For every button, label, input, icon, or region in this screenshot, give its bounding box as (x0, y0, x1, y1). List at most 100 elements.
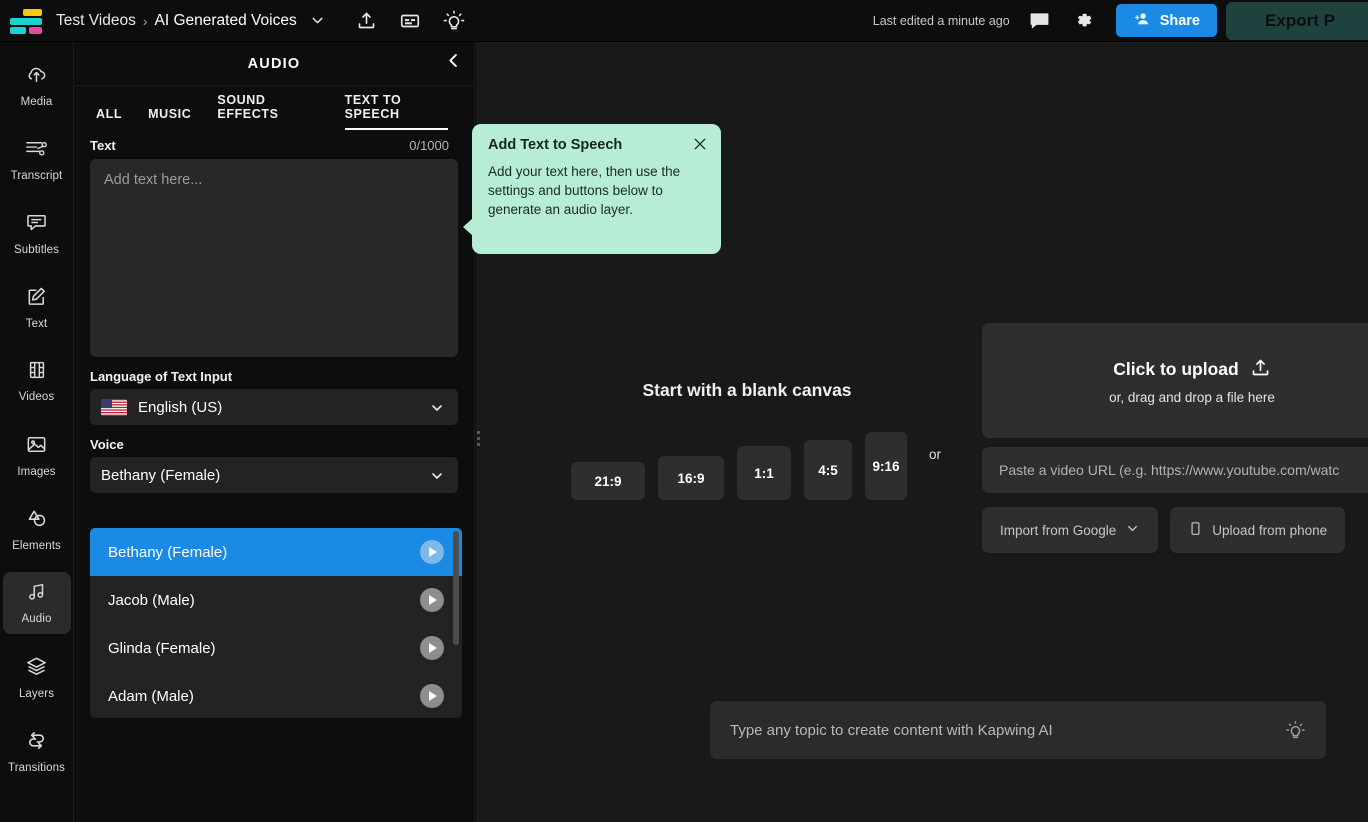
play-icon[interactable] (420, 684, 444, 708)
tts-onboarding-tooltip: Add Text to Speech Add your text here, t… (472, 124, 721, 254)
voice-option-label: Bethany (Female) (108, 544, 227, 561)
blank-canvas-title: Start with a blank canvas (627, 380, 867, 401)
voice-list-scrollbar[interactable] (453, 531, 459, 715)
sidebar-item-label: Media (21, 96, 53, 108)
list-item[interactable]: Adam (Male) (90, 672, 462, 718)
text-char-count: 0/1000 (409, 138, 449, 153)
sidebar-item-text[interactable]: Text (3, 276, 71, 338)
voice-chevron-down-icon (429, 468, 445, 489)
upload-from-phone-button[interactable]: Upload from phone (1170, 507, 1345, 553)
upload-dropzone[interactable]: Click to upload or, drag and drop a file… (982, 323, 1368, 438)
sidebar-item-transcript[interactable]: Transcript (3, 128, 71, 190)
tab-text-to-speech[interactable]: TEXT TO SPEECH (345, 93, 448, 130)
add-person-icon (1133, 10, 1151, 32)
close-icon[interactable] (692, 136, 708, 157)
list-item[interactable]: Bethany (Female) (90, 528, 462, 576)
tts-text-placeholder: Add text here... (104, 172, 202, 188)
lightbulb-icon[interactable] (443, 10, 465, 32)
upload-icon[interactable] (356, 10, 377, 31)
lightbulb-icon[interactable] (1285, 720, 1306, 741)
breadcrumb-project-title[interactable]: AI Generated Voices (155, 12, 297, 30)
sidebar-item-label: Subtitles (14, 244, 59, 256)
ratio-button-4-5[interactable]: 4:5 (804, 440, 852, 500)
sidebar-item-layers[interactable]: Layers (3, 646, 71, 708)
play-icon[interactable] (420, 636, 444, 660)
or-separator-label: or (929, 447, 941, 462)
transitions-icon (25, 729, 48, 757)
import-from-google-button[interactable]: Import from Google (982, 507, 1158, 553)
panel-resize-handle[interactable] (474, 425, 482, 451)
sidebar-item-label: Transcript (11, 170, 63, 182)
ratio-button-1-1[interactable]: 1:1 (737, 446, 791, 500)
project-menu-chevron-down-icon[interactable] (309, 12, 326, 29)
language-chevron-down-icon (429, 400, 445, 421)
upload-title-row: Click to upload (1113, 357, 1270, 383)
share-button-label: Share (1160, 13, 1200, 29)
kapwing-logo-icon[interactable] (10, 8, 44, 34)
sidebar-item-label: Transitions (8, 762, 65, 774)
tab-all[interactable]: ALL (96, 107, 122, 130)
tts-text-input[interactable]: Add text here... (90, 159, 458, 357)
sidebar-item-media[interactable]: Media (3, 54, 71, 116)
sidebar-item-label: Layers (19, 688, 54, 700)
breadcrumb-folder[interactable]: Test Videos (56, 12, 136, 30)
audio-panel: AUDIO ALL MUSIC SOUND EFFECTS TEXT TO SP… (74, 42, 475, 822)
voice-list-scrollbar-thumb[interactable] (453, 531, 459, 645)
phone-icon (1188, 520, 1203, 540)
collapse-panel-chevron-left-icon[interactable] (444, 51, 463, 75)
share-button[interactable]: Share (1116, 4, 1217, 37)
aspect-ratio-options: 21:9 16:9 1:1 4:5 9:16 or (571, 432, 941, 500)
list-item[interactable]: Glinda (Female) (90, 624, 462, 672)
kapwing-ai-prompt-input[interactable]: Type any topic to create content with Ka… (710, 701, 1326, 759)
voice-option-label: Adam (Male) (108, 688, 194, 705)
us-flag-icon (101, 399, 127, 416)
language-label: Language of Text Input (74, 357, 474, 389)
breadcrumb: Test Videos › AI Generated Voices (56, 12, 326, 30)
import-source-buttons: Import from Google Upload from phone (982, 507, 1345, 553)
upload-icon (1250, 357, 1271, 383)
tab-sound-effects[interactable]: SOUND EFFECTS (217, 93, 318, 130)
voice-label: Voice (74, 425, 474, 457)
play-icon[interactable] (420, 588, 444, 612)
comment-icon[interactable] (1028, 9, 1051, 32)
voice-dropdown-list: Bethany (Female) Jacob (Male) Glinda (Fe… (90, 528, 462, 718)
play-icon[interactable] (420, 540, 444, 564)
left-tool-rail: Media Transcript Subtitles Text Videos (0, 42, 74, 822)
voice-select[interactable]: Bethany (Female) (90, 457, 458, 493)
breadcrumb-separator: › (143, 13, 148, 29)
tab-music[interactable]: MUSIC (148, 107, 191, 130)
shapes-icon (25, 507, 49, 535)
sidebar-item-videos[interactable]: Videos (3, 350, 71, 412)
ratio-button-21-9[interactable]: 21:9 (571, 462, 645, 500)
top-header-bar: Test Videos › AI Generated Voices Last e… (0, 0, 1368, 42)
transcript-icon (24, 137, 49, 165)
ratio-button-16-9[interactable]: 16:9 (658, 456, 724, 500)
sidebar-item-subtitles[interactable]: Subtitles (3, 202, 71, 264)
caption-icon[interactable] (399, 10, 421, 32)
export-project-button[interactable]: Export P (1226, 2, 1368, 40)
gear-icon[interactable] (1073, 10, 1094, 31)
sidebar-item-label: Videos (19, 391, 55, 403)
text-field-header: Text 0/1000 (74, 130, 474, 159)
list-item[interactable]: Jacob (Male) (90, 576, 462, 624)
sidebar-item-images[interactable]: Images (3, 424, 71, 486)
panel-title: AUDIO (248, 56, 301, 72)
header-right-controls: Last edited a minute ago Share Export P (873, 0, 1368, 41)
cloud-upload-icon (25, 63, 48, 91)
ratio-button-9-16[interactable]: 9:16 (865, 432, 907, 500)
sidebar-item-transitions[interactable]: Transitions (3, 720, 71, 782)
sidebar-item-elements[interactable]: Elements (3, 498, 71, 560)
sidebar-item-label: Text (26, 318, 48, 330)
audio-tabs: ALL MUSIC SOUND EFFECTS TEXT TO SPEECH (74, 86, 474, 130)
sidebar-item-label: Images (17, 466, 55, 478)
language-select[interactable]: English (US) (90, 389, 458, 425)
video-url-input[interactable]: Paste a video URL (e.g. https://www.yout… (982, 447, 1368, 493)
upload-subtitle: or, drag and drop a file here (1109, 390, 1275, 405)
film-icon (26, 359, 48, 386)
sidebar-item-audio[interactable]: Audio (3, 572, 71, 634)
import-google-label: Import from Google (1000, 523, 1116, 538)
chevron-down-icon (1125, 521, 1140, 539)
upload-title: Click to upload (1113, 359, 1238, 380)
kapwing-editor-window: Test Videos › AI Generated Voices Last e… (0, 0, 1368, 822)
image-icon (25, 433, 48, 461)
